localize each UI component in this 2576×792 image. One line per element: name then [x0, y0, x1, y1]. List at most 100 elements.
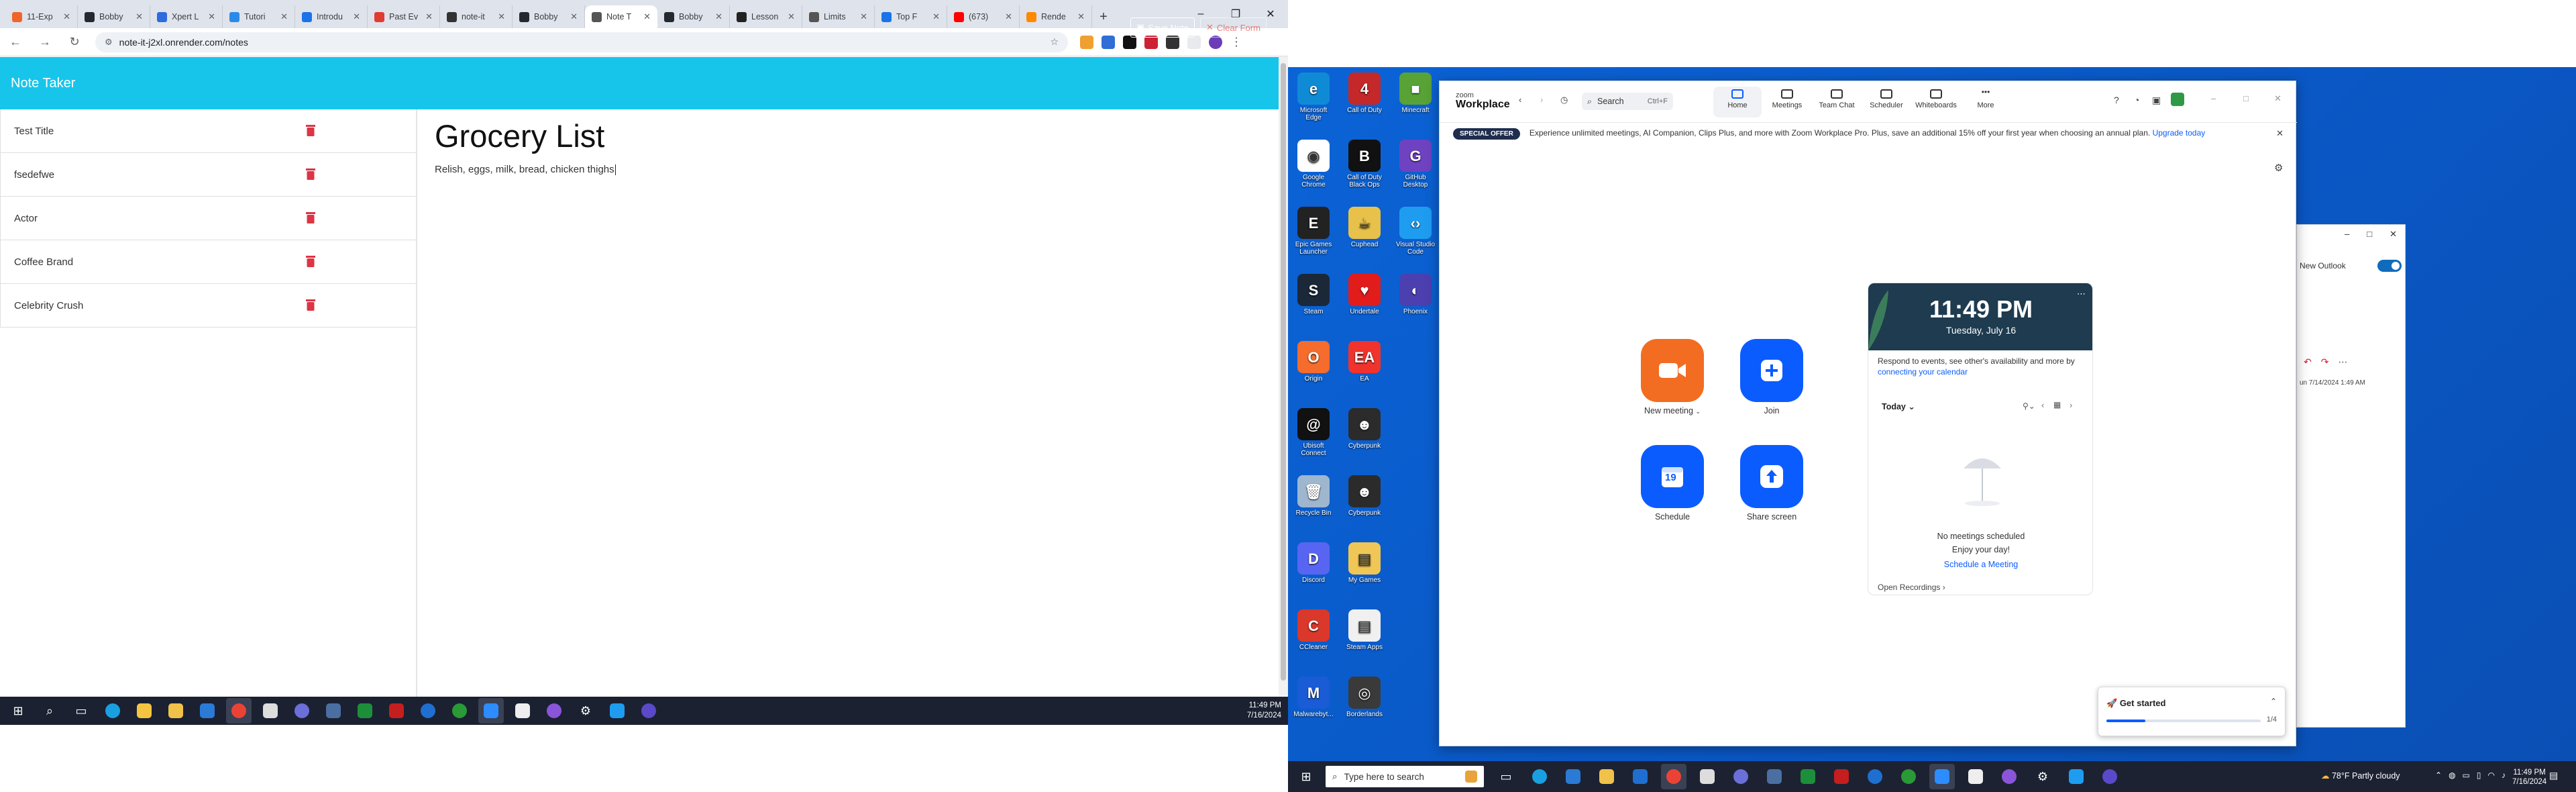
- desktop-shortcut[interactable]: E Epic Games Launcher: [1291, 207, 1336, 256]
- start-button[interactable]: ⊞: [1293, 764, 1319, 789]
- note-title[interactable]: Actor: [14, 213, 38, 224]
- browser-tab[interactable]: Past Ev ✕: [368, 5, 440, 28]
- new-outlook-toggle[interactable]: [2377, 260, 2402, 272]
- netflix-icon[interactable]: [1829, 764, 1854, 789]
- list-item[interactable]: Actor: [0, 197, 416, 240]
- desktop-shortcut[interactable]: D Discord: [1291, 542, 1336, 584]
- browser-tab[interactable]: note-it ✕: [440, 5, 513, 28]
- open-recordings-link[interactable]: Open Recordings ›: [1878, 583, 1945, 592]
- filter-icon[interactable]: ⚲⌄: [2023, 401, 2035, 411]
- volume-icon[interactable]: ♪: [2502, 771, 2506, 780]
- maximize-button[interactable]: □: [2243, 93, 2249, 103]
- trash-icon[interactable]: [306, 255, 315, 267]
- zoom-nav-whiteboards[interactable]: Whiteboards: [1912, 87, 1960, 117]
- store-icon[interactable]: [131, 698, 157, 724]
- zoom-nav-meetings[interactable]: Meetings: [1763, 87, 1811, 117]
- terminal-icon[interactable]: [1795, 764, 1821, 789]
- settings-gear-icon[interactable]: ⚙: [573, 698, 598, 724]
- close-tab-icon[interactable]: ✕: [1077, 11, 1085, 22]
- close-tab-icon[interactable]: ✕: [643, 11, 651, 22]
- app-icon[interactable]: [1728, 764, 1754, 789]
- browser-tab[interactable]: Top F ✕: [875, 5, 947, 28]
- note-title-input[interactable]: Grocery List: [435, 117, 1273, 154]
- github-desktop-icon[interactable]: [1996, 764, 2022, 789]
- desktop-shortcut[interactable]: ◎ Borderlands: [1342, 677, 1387, 718]
- battery-icon[interactable]: ▭: [2463, 771, 2470, 780]
- browser-tab[interactable]: Lesson ✕: [730, 5, 802, 28]
- desktop-shortcut[interactable]: 4 Call of Duty: [1342, 72, 1387, 114]
- taskbar-clock[interactable]: 11:49 PM 7/16/2024: [2512, 768, 2546, 787]
- chrome-icon[interactable]: [226, 698, 252, 724]
- netflix-icon[interactable]: [384, 698, 409, 724]
- desktop-shortcut[interactable]: ■ Minecraft: [1393, 72, 1438, 114]
- scrollbar-thumb[interactable]: [1281, 63, 1286, 681]
- notepad-icon[interactable]: [510, 698, 535, 724]
- phoenix-icon[interactable]: [2097, 764, 2123, 789]
- apps-icon[interactable]: ▣: [2152, 95, 2161, 106]
- avatar[interactable]: [2171, 93, 2184, 106]
- edge-icon[interactable]: [100, 698, 125, 724]
- chrome-icon[interactable]: [1661, 764, 1686, 789]
- note-title[interactable]: Celebrity Crush: [14, 300, 83, 311]
- desktop-shortcut[interactable]: ☻ Cyberpunk: [1342, 408, 1387, 450]
- edge-icon[interactable]: [1527, 764, 1552, 789]
- taskbar-clock[interactable]: 11:49 PM 7/16/2024: [1247, 701, 1281, 721]
- extension-icon[interactable]: [1102, 35, 1115, 49]
- desktop-shortcut[interactable]: ◐ Phoenix: [1393, 274, 1438, 315]
- close-icon[interactable]: ✕: [2276, 128, 2284, 139]
- list-item[interactable]: fsedefwe: [0, 153, 416, 197]
- app-title[interactable]: Note Taker: [11, 76, 75, 91]
- outlook-icon[interactable]: [1862, 764, 1888, 789]
- close-tab-icon[interactable]: ✕: [498, 11, 505, 22]
- browser-tab[interactable]: Note T ✕: [585, 5, 657, 28]
- wifi-icon[interactable]: ◠: [2488, 771, 2495, 780]
- new-meeting-button[interactable]: [1641, 339, 1704, 402]
- start-button[interactable]: ⊞: [5, 698, 31, 724]
- maximize-button[interactable]: □: [2367, 229, 2372, 242]
- file-explorer-icon[interactable]: [1594, 764, 1619, 789]
- close-tab-icon[interactable]: ✕: [280, 11, 288, 22]
- chevron-down-icon[interactable]: ⌄: [1695, 408, 1701, 415]
- github-desktop-icon[interactable]: [541, 698, 567, 724]
- back-icon[interactable]: ‹: [1519, 95, 1521, 105]
- app-icon[interactable]: [289, 698, 315, 724]
- outlook-icon[interactable]: [1627, 764, 1653, 789]
- note-title[interactable]: Test Title: [14, 126, 54, 137]
- zoom-nav-home[interactable]: Home: [1713, 87, 1762, 117]
- desktop-shortcut[interactable]: EA EA: [1342, 341, 1387, 383]
- minimize-button[interactable]: –: [2345, 229, 2349, 242]
- calendar-icon[interactable]: ▦: [2053, 400, 2061, 409]
- desktop-shortcut[interactable]: S Steam: [1291, 274, 1336, 315]
- trash-icon[interactable]: [306, 168, 315, 180]
- trash-icon[interactable]: [306, 211, 315, 224]
- extension-icon[interactable]: [1080, 35, 1093, 49]
- connect-calendar-link[interactable]: connecting your calendar: [1878, 367, 1968, 377]
- chevron-left-icon[interactable]: ‹: [2041, 400, 2044, 410]
- xbox-icon[interactable]: [1896, 764, 1921, 789]
- notification-icon[interactable]: ▤: [2549, 770, 2558, 781]
- weather-widget[interactable]: ☁ 78°F Partly cloudy: [2321, 771, 2400, 781]
- vscode-icon[interactable]: [2063, 764, 2089, 789]
- desktop-shortcut[interactable]: G GitHub Desktop: [1393, 140, 1438, 189]
- browser-tab[interactable]: Bobby ✕: [657, 5, 730, 28]
- zoom-icon[interactable]: [1929, 764, 1955, 789]
- browser-tab[interactable]: Limits ✕: [802, 5, 875, 28]
- close-tab-icon[interactable]: ✕: [208, 11, 215, 22]
- desktop-shortcut[interactable]: ◉ Google Chrome: [1291, 140, 1336, 189]
- back-button[interactable]: ←: [7, 35, 24, 49]
- note-text-area[interactable]: Relish, eggs, milk, bread, chicken thigh…: [435, 164, 1273, 175]
- zoom-nav-scheduler[interactable]: Scheduler: [1862, 87, 1911, 117]
- close-button[interactable]: ✕: [2274, 93, 2282, 104]
- vscode-icon[interactable]: [604, 698, 630, 724]
- history-icon[interactable]: ◷: [1560, 95, 1568, 105]
- desktop-shortcut[interactable]: M Malwarebyt...: [1291, 677, 1336, 718]
- desktop-shortcut[interactable]: ☻ Cyberpunk: [1342, 475, 1387, 517]
- desktop-shortcut[interactable]: ♥ Undertale: [1342, 274, 1387, 315]
- close-tab-icon[interactable]: ✕: [63, 11, 70, 22]
- desktop-shortcut[interactable]: ▤ Steam Apps: [1342, 609, 1387, 651]
- terminal-icon[interactable]: [352, 698, 378, 724]
- chevron-right-icon[interactable]: ›: [2070, 400, 2072, 410]
- close-tab-icon[interactable]: ✕: [1005, 11, 1012, 22]
- search-icon[interactable]: ⌕: [37, 698, 62, 724]
- desktop-shortcut[interactable]: 🗑 Recycle Bin: [1291, 475, 1336, 517]
